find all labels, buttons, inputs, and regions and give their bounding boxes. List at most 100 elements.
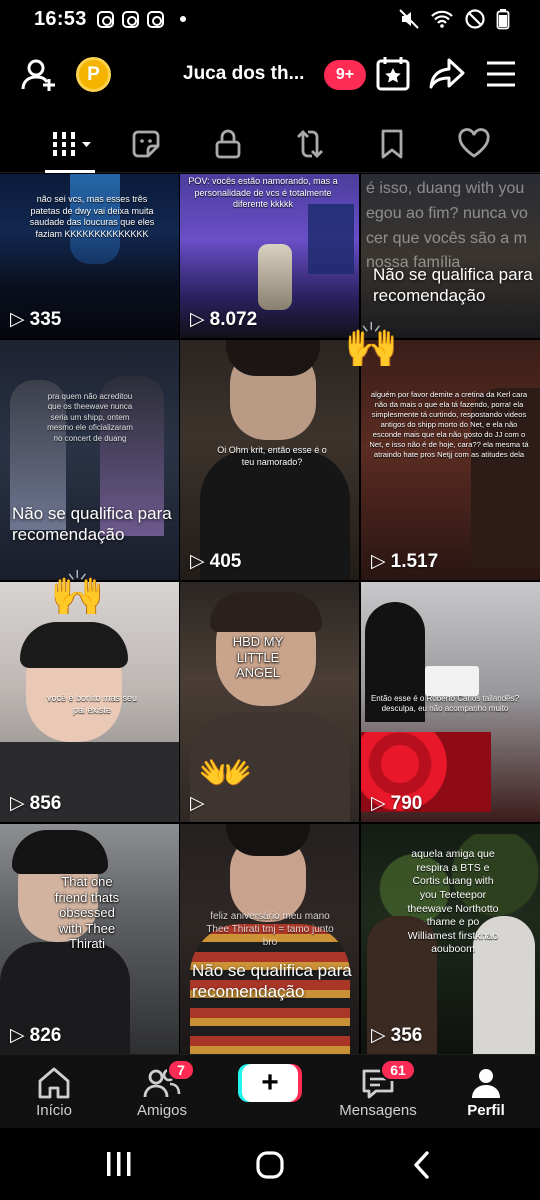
grid-icon bbox=[50, 132, 91, 156]
back-icon[interactable] bbox=[410, 1150, 434, 1180]
video-caption: você é bonito mas seu pai existe bbox=[46, 693, 138, 715]
recent-apps-icon[interactable] bbox=[104, 1150, 134, 1178]
sticker-icon bbox=[132, 130, 160, 158]
bottom-navigation: Início Amigos 7 + Mensagens 61 Perfil bbox=[0, 1054, 540, 1128]
screen-graphic bbox=[308, 204, 354, 274]
profile-tabs bbox=[0, 118, 540, 173]
notification-icons bbox=[96, 10, 186, 28]
video-caption: HBD MY LITTLE ANGEL bbox=[232, 634, 284, 681]
add-friend-icon[interactable] bbox=[20, 55, 60, 95]
profile-icon bbox=[469, 1064, 503, 1102]
hair-graphic bbox=[12, 830, 108, 874]
nav-profile[interactable]: Perfil bbox=[436, 1055, 536, 1129]
nav-friends[interactable]: Amigos 7 bbox=[112, 1055, 212, 1129]
messages-badge: 61 bbox=[380, 1059, 416, 1081]
share-icon[interactable] bbox=[428, 55, 466, 93]
nav-label-messages: Mensagens bbox=[339, 1102, 417, 1119]
video-thumbnail[interactable]: That one friend thats obsessed with Thee… bbox=[0, 824, 179, 1054]
view-count: ▷ 335 bbox=[10, 308, 62, 331]
air-conditioner-graphic bbox=[425, 666, 479, 696]
nav-label-profile: Perfil bbox=[467, 1102, 505, 1119]
home-circle-icon[interactable] bbox=[255, 1150, 285, 1180]
video-thumbnail[interactable]: pra quem não acreditou que os theewave n… bbox=[0, 340, 179, 580]
view-count: ▷ 1.517 bbox=[371, 550, 439, 573]
video-thumbnail[interactable]: é isso, duang with you egou ao fim? nunc… bbox=[361, 174, 540, 338]
tab-private[interactable] bbox=[208, 126, 248, 162]
repost-icon bbox=[297, 130, 323, 158]
instagram-icon bbox=[121, 10, 139, 28]
profile-header: P Juca dos th... 9+ bbox=[0, 44, 540, 106]
raised-hands-sticker: 🙌 bbox=[50, 569, 105, 618]
tab-videos[interactable] bbox=[46, 126, 96, 162]
video-thumbnail[interactable]: Então esse é o Roberto Carlos tailandês?… bbox=[361, 582, 540, 822]
more-notifications-dot bbox=[179, 16, 186, 22]
friends-badge: 7 bbox=[167, 1059, 195, 1081]
nav-label-home: Início bbox=[36, 1102, 72, 1119]
not-eligible-label: Não se qualifica para recomendação bbox=[192, 961, 352, 1002]
hair-graphic bbox=[226, 340, 320, 376]
calendar-star-icon[interactable] bbox=[374, 55, 412, 93]
nav-messages[interactable]: Mensagens 61 bbox=[328, 1055, 428, 1129]
video-caption: Então esse é o Roberto Carlos tailandês?… bbox=[370, 694, 520, 714]
not-eligible-label: Não se qualifica para recomendação bbox=[12, 504, 172, 545]
person-figure bbox=[258, 244, 292, 310]
view-count: ▷ 826 bbox=[10, 1024, 62, 1047]
video-caption: feliz aniversário meu mano Thee Thirati … bbox=[206, 911, 334, 948]
tab-saved[interactable] bbox=[372, 126, 412, 162]
video-thumbnail[interactable]: Oi Ohm krit, então esse é o teu namorado… bbox=[180, 340, 359, 580]
system-navigation-bar bbox=[0, 1128, 540, 1200]
video-caption: pra quem não acreditou que os theewave n… bbox=[47, 392, 133, 443]
do-not-disturb-icon bbox=[465, 9, 485, 29]
raised-hands-sticker: 🙌 bbox=[344, 321, 399, 370]
battery-icon bbox=[496, 9, 510, 30]
view-count: ▷ 8.072 bbox=[190, 308, 258, 331]
view-count: ▷ 356 bbox=[371, 1024, 423, 1047]
play-icon: ▷ bbox=[371, 793, 386, 814]
notifications-badge[interactable]: 9+ bbox=[324, 60, 366, 90]
nav-home[interactable]: Início bbox=[4, 1055, 104, 1129]
tab-reposts[interactable] bbox=[290, 126, 330, 162]
video-thumbnail[interactable]: alguém por favor demite a cretina da Ker… bbox=[361, 340, 540, 580]
view-count: ▷ 405 bbox=[190, 550, 242, 573]
video-thumbnail[interactable]: feliz aniversário meu mano Thee Thirati … bbox=[180, 824, 359, 1054]
status-bar: 16:53 bbox=[0, 0, 540, 38]
play-icon: ▷ bbox=[190, 551, 205, 572]
play-icon: ▷ bbox=[10, 793, 25, 814]
tab-liked[interactable] bbox=[454, 126, 494, 162]
instagram-icon bbox=[96, 10, 114, 28]
plus-icon: + bbox=[242, 1064, 298, 1102]
not-eligible-label: Não se qualifica para recomendação bbox=[373, 265, 533, 306]
status-right-icons bbox=[398, 8, 510, 30]
menu-icon[interactable] bbox=[484, 57, 518, 91]
video-caption: POV: vocês estão namorando, mas a person… bbox=[188, 176, 338, 210]
play-icon: ▷ bbox=[190, 309, 205, 330]
status-time: 16:53 bbox=[34, 7, 87, 30]
video-thumbnail[interactable]: você é bonito mas seu pai existe ▷ 856 bbox=[0, 582, 179, 822]
heart-icon bbox=[458, 128, 490, 158]
home-icon bbox=[36, 1064, 72, 1102]
video-caption: não sei vcs, mas esses três patetas de d… bbox=[29, 194, 155, 240]
video-grid: não sei vcs, mas esses três patetas de d… bbox=[0, 174, 540, 1054]
username-dropdown[interactable]: Juca dos th... bbox=[183, 63, 304, 85]
play-icon: ▷ bbox=[10, 1025, 25, 1046]
video-thumbnail[interactable]: POV: vocês estão namorando, mas a person… bbox=[180, 174, 359, 338]
mute-icon bbox=[399, 9, 419, 29]
coin-label: P bbox=[87, 63, 100, 85]
video-caption: That one friend thats obsessed with Thee… bbox=[54, 874, 120, 952]
create-button[interactable]: + bbox=[238, 1064, 302, 1102]
video-caption: alguém por favor demite a cretina da Ker… bbox=[369, 390, 529, 460]
active-tab-indicator bbox=[45, 170, 95, 173]
instagram-icon bbox=[146, 10, 164, 28]
video-caption: é isso, duang with you egou ao fim? nunc… bbox=[366, 180, 528, 272]
play-icon: ▷ bbox=[371, 1025, 386, 1046]
hair-graphic bbox=[20, 622, 128, 668]
coins-button[interactable]: P bbox=[76, 57, 111, 92]
view-count: ▷ 856 bbox=[10, 792, 62, 815]
video-thumbnail[interactable]: aquela amiga que respira a BTS e Cortis … bbox=[361, 824, 540, 1054]
video-thumbnail[interactable]: não sei vcs, mas esses três patetas de d… bbox=[0, 174, 179, 338]
open-hands-sticker: 👐 bbox=[198, 749, 253, 798]
hair-graphic bbox=[210, 592, 322, 632]
tab-favorites[interactable] bbox=[126, 126, 166, 162]
wifi-icon bbox=[431, 10, 453, 28]
play-icon: ▷ bbox=[371, 551, 386, 572]
